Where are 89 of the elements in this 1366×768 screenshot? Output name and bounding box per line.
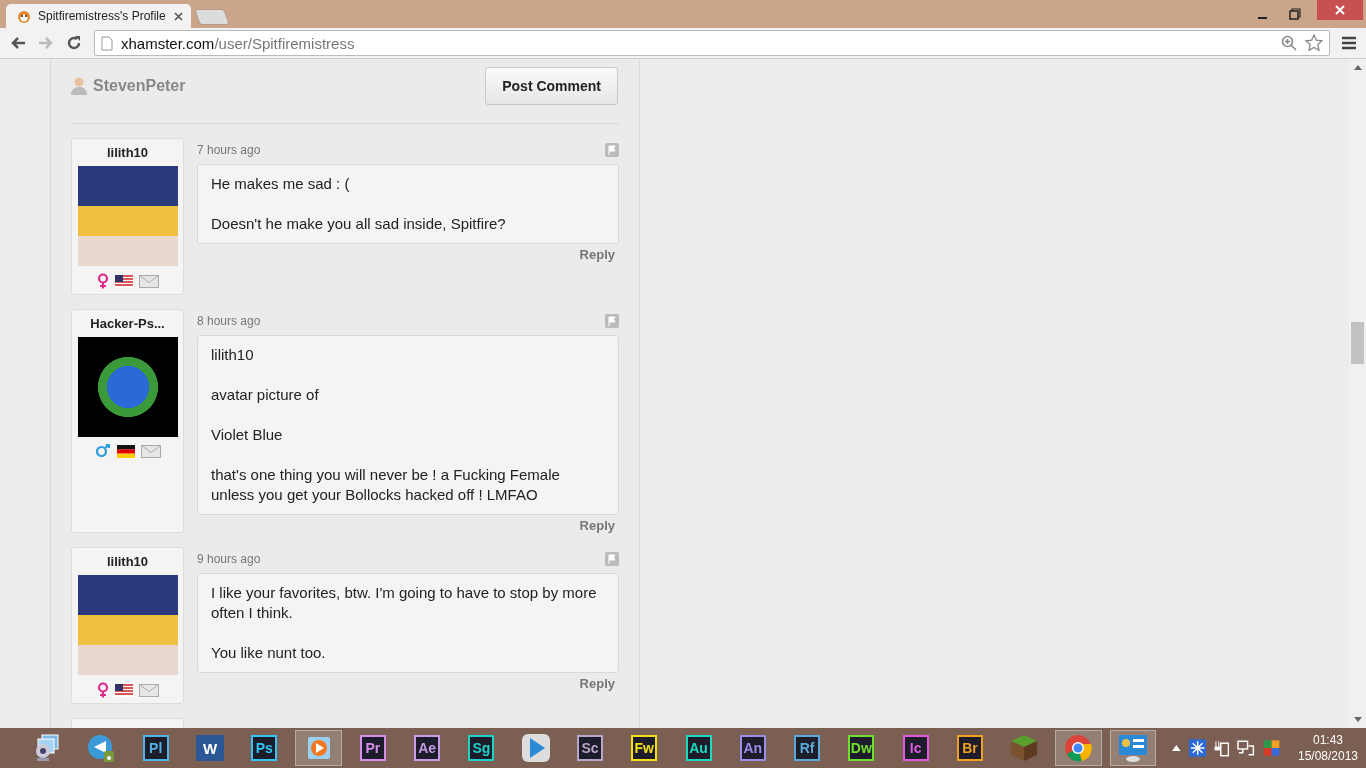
comment-time: 9 hours ago bbox=[197, 552, 261, 566]
app-icon: Rf bbox=[794, 735, 821, 761]
taskbar-app[interactable]: An bbox=[729, 730, 776, 766]
app-icon: Au bbox=[685, 735, 712, 761]
avatar-photo-placeholder[interactable] bbox=[77, 337, 178, 437]
media-player-icon bbox=[305, 735, 332, 761]
show-hidden-icons-icon[interactable] bbox=[1171, 745, 1181, 751]
taskbar-app[interactable]: Ae bbox=[403, 730, 451, 766]
commenter-name[interactable]: lilith10 bbox=[106, 145, 149, 160]
comment-text: Doesn't he make you all sad inside, Spitfire? bbox=[211, 214, 507, 234]
taskbar-app[interactable]: Sc bbox=[566, 730, 614, 766]
female-symbol-icon bbox=[96, 273, 109, 289]
avatar-photo-placeholder[interactable] bbox=[77, 166, 178, 266]
commenter-name[interactable]: lilith10 bbox=[106, 554, 149, 569]
post-comment-button[interactable]: Post Comment bbox=[485, 67, 618, 105]
restore-icon[interactable] bbox=[1289, 8, 1301, 20]
taskbar-app[interactable]: Dw bbox=[838, 730, 885, 766]
antivirus-icon[interactable] bbox=[1262, 739, 1280, 757]
close-button[interactable] bbox=[1317, 0, 1363, 20]
grass-block-icon bbox=[1010, 734, 1039, 762]
app-icon: An bbox=[739, 735, 766, 761]
taskbar-app[interactable]: Rf bbox=[783, 730, 831, 766]
page-icon bbox=[101, 35, 113, 51]
taskbar-app[interactable] bbox=[1109, 730, 1156, 766]
browser-tab[interactable]: Spitfiremistress's Profile bbox=[6, 4, 191, 28]
reply-link[interactable]: Reply bbox=[579, 518, 615, 533]
app-icon: Pr bbox=[359, 735, 386, 761]
avatar-photo-placeholder[interactable] bbox=[77, 575, 178, 675]
reply-link[interactable]: Reply bbox=[579, 676, 615, 691]
word-icon: W bbox=[196, 735, 224, 761]
control-panel-icon bbox=[1117, 734, 1148, 762]
app-icon: Dw bbox=[848, 735, 875, 761]
comment-text: lilith10 bbox=[211, 345, 255, 365]
app-icon: Pl bbox=[142, 735, 169, 761]
male-symbol-icon bbox=[94, 444, 111, 458]
comment-text: You like nunt too. bbox=[211, 643, 327, 663]
app-icon: Ps bbox=[251, 735, 278, 761]
comment-text: that's one thing you will never be ! a Fucking Female unless you get your Bollocks hacked off ! LMFAO bbox=[211, 465, 561, 505]
hamster-icon bbox=[16, 8, 32, 24]
taskbar-app[interactable]: Pl bbox=[132, 730, 179, 766]
network-icon[interactable] bbox=[1237, 740, 1255, 756]
clock-date[interactable]: 15/08/2013 bbox=[1297, 748, 1358, 764]
battery-icon[interactable] bbox=[1213, 739, 1230, 757]
comment-text: I like your favorites, btw. I'm going to have to stop by more often I think. bbox=[211, 583, 598, 623]
reply-link[interactable]: Reply bbox=[579, 247, 615, 262]
taskbar-app[interactable] bbox=[295, 730, 342, 766]
us-flag-icon bbox=[114, 274, 133, 288]
scrollbar-thumb[interactable] bbox=[1351, 322, 1364, 364]
comment-time: 8 hours ago bbox=[197, 314, 261, 328]
user-icon bbox=[71, 77, 87, 95]
app-icon: Sg bbox=[468, 735, 495, 761]
tab-close-icon[interactable] bbox=[174, 11, 183, 21]
close-icon bbox=[1335, 5, 1345, 15]
taskbar-app[interactable]: Au bbox=[675, 730, 722, 766]
german-flag-icon bbox=[116, 444, 135, 458]
taskbar-app[interactable]: W bbox=[186, 730, 234, 766]
zoom-icon[interactable] bbox=[1281, 35, 1297, 51]
app-icon: Ic bbox=[902, 735, 929, 761]
comment-text: Violet Blue bbox=[211, 425, 284, 445]
address-bar[interactable]: xhamster.com/user/Spitfiremistress bbox=[94, 30, 1330, 56]
scrollbar[interactable] bbox=[1349, 59, 1366, 728]
taskbar-app[interactable]: Sg bbox=[458, 730, 505, 766]
taskbar-app[interactable]: Ic bbox=[892, 730, 939, 766]
menu-icon[interactable] bbox=[1342, 36, 1356, 50]
taskbar-app[interactable]: Pr bbox=[349, 730, 396, 766]
comment-time: 7 hours ago bbox=[197, 143, 261, 157]
app-icon: Br bbox=[956, 735, 983, 761]
taskbar-app[interactable]: Br bbox=[946, 730, 994, 766]
taskbar-app[interactable]: Ps bbox=[241, 730, 288, 766]
app-icon: Ae bbox=[414, 735, 441, 761]
reload-icon[interactable] bbox=[66, 35, 82, 51]
play-icon bbox=[520, 733, 551, 763]
us-flag-icon bbox=[114, 683, 133, 697]
star-icon[interactable] bbox=[1305, 34, 1323, 52]
taskbar-app[interactable]: Fw bbox=[621, 730, 668, 766]
app-icon: Sc bbox=[576, 735, 603, 761]
taskbar-app[interactable] bbox=[1055, 730, 1102, 766]
snowflake-icon[interactable] bbox=[1188, 739, 1206, 757]
app-icon: Fw bbox=[631, 735, 658, 761]
back-icon[interactable] bbox=[10, 36, 26, 50]
url-text: xhamster.com/user/Spitfiremistress bbox=[121, 34, 355, 52]
clock-time[interactable]: 01:43 bbox=[1312, 732, 1343, 748]
tab-title: Spitfiremistress's Profile bbox=[38, 9, 167, 23]
commenter-name[interactable]: Hacker-Ps... bbox=[90, 316, 165, 331]
comment-text: He makes me sad : ( bbox=[211, 174, 351, 194]
chrome-icon bbox=[1064, 734, 1093, 762]
female-symbol-icon bbox=[96, 682, 109, 698]
sync-globe-icon bbox=[86, 733, 117, 763]
comment-text: avatar picture of bbox=[211, 385, 320, 405]
